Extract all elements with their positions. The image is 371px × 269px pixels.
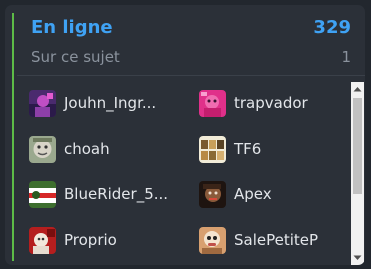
avatar-flag-icon [29,180,56,208]
online-count: 329 [313,17,351,38]
user-list-scrollbar[interactable] [351,82,364,265]
username: Jouhn_Ingr... [64,94,157,112]
username: TF6 [234,140,262,158]
scroll-thumb[interactable] [353,98,362,194]
topic-label: Sur ce sujet [31,48,120,66]
avatar-collage-icon [199,135,226,163]
username: SalePetiteP [234,231,319,249]
user-item[interactable]: Apex [199,179,272,209]
user-item[interactable]: choah [29,134,110,164]
accent-bar [12,13,14,261]
avatar-red-icon [29,226,56,254]
user-item[interactable]: SalePetiteP [199,225,318,255]
user-item[interactable]: Jouhn_Ingr... [29,88,156,118]
avatar-dark-face-icon [199,180,226,208]
avatar-face-icon [29,135,56,163]
online-widget: En ligne 329 Sur ce sujet 1 Jouhn_Ingr..… [5,5,365,265]
username: Apex [234,185,272,203]
user-item[interactable]: BlueRider_5... [29,179,168,209]
scroll-down-arrow-icon[interactable] [351,251,364,265]
user-item[interactable]: trapvador [199,88,308,118]
user-item[interactable]: TF6 [199,134,261,164]
avatar-pink-icon [199,89,226,117]
username: BlueRider_5... [64,185,169,203]
divider [17,75,365,76]
username: choah [64,140,110,158]
avatar-purple-icon [29,89,56,117]
online-title: En ligne [31,17,113,38]
scroll-up-arrow-icon[interactable] [351,82,364,96]
username: trapvador [234,94,308,112]
avatar-cartoon-icon [199,226,226,254]
online-user-list: Jouhn_Ingr... trapvador choah TF6 BlueRi… [29,83,347,259]
topic-count: 1 [341,48,351,66]
username: Proprio [64,231,117,249]
user-item[interactable]: Proprio [29,225,117,255]
